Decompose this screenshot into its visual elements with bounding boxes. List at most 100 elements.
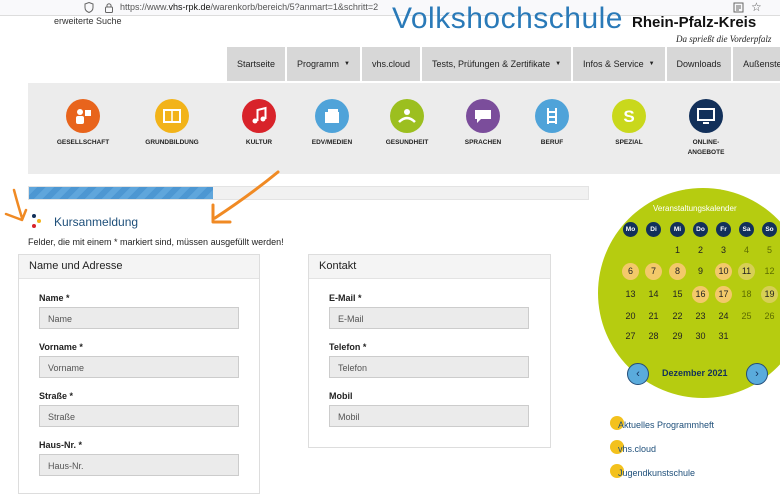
shield-icon[interactable] bbox=[84, 2, 94, 13]
nav-item-label: Außenstellen bbox=[743, 59, 780, 69]
calendar-day[interactable]: 1 bbox=[669, 242, 686, 259]
nav-item-tests-pr-fungen-zertifikate[interactable]: Tests, Prüfungen & Zertifikate ▼ bbox=[422, 47, 572, 81]
folders-icon bbox=[315, 99, 349, 133]
nav-item-label: Startseite bbox=[237, 59, 276, 69]
category-sprachen[interactable]: SPRACHEN bbox=[443, 99, 523, 148]
nav-item-startseite[interactable]: Startseite bbox=[227, 47, 286, 81]
category-grundbildung[interactable]: GRUNDBILDUNG bbox=[132, 99, 212, 148]
side-link-label: Jugendkunstschule bbox=[618, 468, 696, 478]
calendar-weekday: Fr bbox=[716, 222, 731, 237]
calendar-day[interactable]: 14 bbox=[645, 286, 662, 303]
calendar-day[interactable]: 25 bbox=[738, 308, 755, 325]
category-kultur[interactable]: KULTUR bbox=[219, 99, 299, 148]
url-text[interactable]: https://www.vhs-rpk.de/warenkorb/bereich… bbox=[120, 2, 378, 12]
extended-search-link[interactable]: erweiterte Suche bbox=[54, 16, 122, 26]
bookmark-star-icon[interactable]: ☆ bbox=[751, 0, 762, 14]
field-label: Mobil bbox=[329, 391, 353, 401]
mobil-input[interactable]: Mobil bbox=[329, 405, 529, 427]
calendar-day[interactable]: 15 bbox=[669, 286, 686, 303]
category-label: GESELLSCHAFT bbox=[56, 139, 110, 146]
calendar-next-button[interactable]: › bbox=[746, 363, 768, 385]
calendar-day[interactable]: 7 bbox=[645, 263, 662, 280]
name-input[interactable]: Name bbox=[39, 307, 239, 329]
field-label: Haus-Nr. * bbox=[39, 440, 83, 450]
slogan: Da spriеßt die Vorderpfalz bbox=[676, 34, 772, 44]
calendar-weekday: Di bbox=[646, 222, 661, 237]
calendar-day[interactable]: 23 bbox=[692, 308, 709, 325]
category-label: GESUNDHEIT bbox=[385, 139, 429, 146]
vorname-input[interactable]: Vorname bbox=[39, 356, 239, 378]
category-gesellschaft[interactable]: GESELLSCHAFT bbox=[43, 99, 123, 148]
required-fields-note: Felder, die mit einem * markiert sind, m… bbox=[28, 237, 284, 247]
calendar-day[interactable]: 18 bbox=[738, 286, 755, 303]
ladder-icon bbox=[535, 99, 569, 133]
calendar-day[interactable]: 6 bbox=[622, 263, 639, 280]
music-icon bbox=[242, 99, 276, 133]
calendar-day[interactable]: 30 bbox=[692, 328, 709, 345]
category-label: SPEZIAL bbox=[615, 139, 643, 146]
nav-item-infos-service[interactable]: Infos & Service ▼ bbox=[573, 47, 665, 81]
nav-item-vhs-cloud[interactable]: vhs.cloud bbox=[362, 47, 421, 81]
calendar-day[interactable]: 2 bbox=[692, 242, 709, 259]
calendar-day[interactable]: 28 bbox=[645, 328, 662, 345]
calendar-day[interactable]: 11 bbox=[738, 263, 755, 280]
field-label: Vorname * bbox=[39, 342, 83, 352]
side-link-vhs-cloud[interactable]: vhs.cloud bbox=[610, 440, 656, 454]
calendar-day[interactable]: 4 bbox=[738, 242, 755, 259]
side-link-aktuelles-programmheft[interactable]: Aktuelles Programmheft bbox=[610, 416, 715, 430]
calendar-day[interactable]: 10 bbox=[715, 263, 732, 280]
calendar-day[interactable]: 19 bbox=[761, 286, 778, 303]
calendar-day[interactable]: 16 bbox=[692, 286, 709, 303]
side-link-label: Aktuelles Programmheft bbox=[618, 420, 715, 430]
registration-progress-bar bbox=[28, 186, 589, 200]
calendar-day[interactable]: 22 bbox=[669, 308, 686, 325]
calendar-day[interactable]: 12 bbox=[761, 263, 778, 280]
nav-item-label: vhs.cloud bbox=[372, 59, 411, 69]
calendar-day[interactable]: 9 bbox=[692, 263, 709, 280]
calendar-day[interactable]: 3 bbox=[715, 242, 732, 259]
contact-panel-title: Kontakt bbox=[309, 255, 550, 279]
category-gesundheit[interactable]: GESUNDHEIT bbox=[367, 99, 447, 148]
health-icon bbox=[390, 99, 424, 133]
calendar-day[interactable]: 21 bbox=[645, 308, 662, 325]
page-title: Kursanmeldung bbox=[54, 215, 139, 229]
category-edv-medien[interactable]: EDV/MEDIEN bbox=[292, 99, 372, 148]
calendar-weekday: Mo bbox=[623, 222, 638, 237]
category-label: KULTUR bbox=[245, 139, 273, 146]
category-label: BERUF bbox=[540, 139, 564, 146]
category-beruf[interactable]: BERUF bbox=[512, 99, 592, 148]
speech-icon bbox=[466, 99, 500, 133]
nav-item-downloads[interactable]: Downloads bbox=[666, 47, 732, 81]
calendar-day[interactable]: 31 bbox=[715, 328, 732, 345]
field-label: Straße * bbox=[39, 391, 74, 401]
calendar-day[interactable]: 13 bbox=[622, 286, 639, 303]
caret-down-icon: ▼ bbox=[344, 61, 350, 67]
e-mail-input[interactable]: E-Mail bbox=[329, 307, 529, 329]
calendar-day[interactable]: 26 bbox=[761, 308, 778, 325]
nav-item-label: Downloads bbox=[676, 59, 722, 69]
svg-text:S: S bbox=[623, 107, 634, 126]
lock-icon[interactable] bbox=[104, 2, 114, 13]
site-logo-text[interactable]: Volkshochschule bbox=[392, 2, 623, 32]
calendar-day[interactable]: 24 bbox=[715, 308, 732, 325]
reader-view-icon[interactable] bbox=[733, 2, 744, 13]
calendar-day[interactable]: 5 bbox=[761, 242, 778, 259]
stra-e-input[interactable]: Straße bbox=[39, 405, 239, 427]
calendar-day[interactable]: 27 bbox=[622, 328, 639, 345]
logo-dots-icon bbox=[32, 214, 41, 228]
calendar-day[interactable]: 29 bbox=[669, 328, 686, 345]
main-navigation: Startseite Programm ▼ vhs.cloud Tests, Prüfu… bbox=[227, 47, 780, 81]
nav-item-programm[interactable]: Programm ▼ bbox=[287, 47, 360, 81]
nav-item-au-enstellen[interactable]: Außenstellen bbox=[733, 47, 780, 81]
telefon-input[interactable]: Telefon bbox=[329, 356, 529, 378]
category-online-angebote[interactable]: ONLINE- ANGEBOTE bbox=[666, 99, 746, 158]
calendar-day[interactable]: 17 bbox=[715, 286, 732, 303]
side-link-jugendkunstschule[interactable]: Jugendkunstschule bbox=[610, 464, 696, 478]
calendar-day[interactable]: 8 bbox=[669, 263, 686, 280]
category-spezial[interactable]: S SPEZIAL bbox=[589, 99, 669, 148]
haus-nr--input[interactable]: Haus-Nr. bbox=[39, 454, 239, 476]
calendar-weekday: Sa bbox=[739, 222, 754, 237]
address-panel: Name und Adresse Name * Name Vorname * Vorn… bbox=[18, 254, 260, 494]
calendar-day[interactable]: 20 bbox=[622, 308, 639, 325]
calendar-prev-button[interactable]: ‹ bbox=[627, 363, 649, 385]
